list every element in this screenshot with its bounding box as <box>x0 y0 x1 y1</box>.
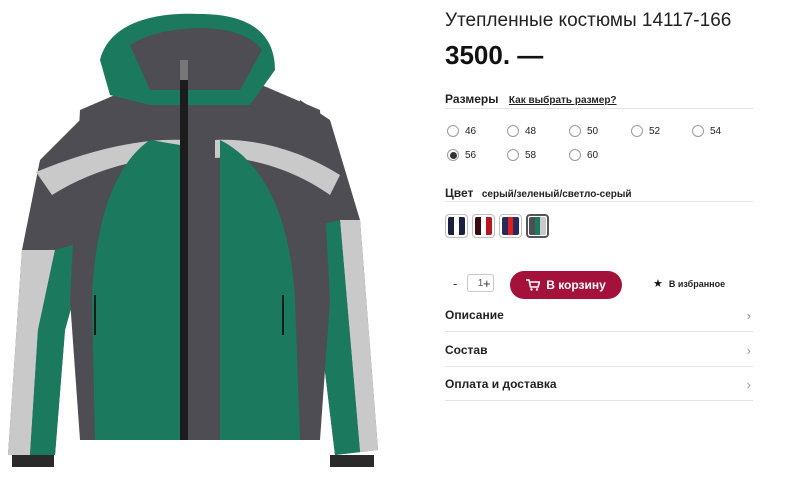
size-guide-link[interactable]: Как выбрать размер? <box>509 95 617 106</box>
product-price: 3500. — <box>445 40 544 70</box>
size-option-label: 50 <box>587 125 599 137</box>
add-to-cart-button[interactable]: В корзину <box>510 271 622 299</box>
chevron-right-icon: › <box>746 308 751 323</box>
color-swatch-4[interactable] <box>526 214 549 238</box>
size-option-46[interactable]: 46 <box>447 123 476 139</box>
size-radio[interactable] <box>507 125 519 137</box>
size-option-label: 54 <box>710 125 722 137</box>
color-swatch-3[interactable] <box>499 214 522 238</box>
color-label: Цвет <box>445 186 474 200</box>
size-option-label: 56 <box>465 149 477 161</box>
size-option-50[interactable]: 50 <box>569 123 598 139</box>
size-option-60[interactable]: 60 <box>569 147 598 163</box>
size-radio[interactable] <box>569 125 581 137</box>
color-swatches <box>445 214 549 238</box>
quantity-decrease-button[interactable]: - <box>453 276 457 291</box>
add-to-cart-label: В корзину <box>546 278 606 292</box>
sizes-label: Размеры <box>445 92 499 106</box>
swatch-stripe <box>459 217 465 235</box>
add-to-cart-row: - + В корзину ★ В избранное <box>445 270 753 300</box>
accordion-label: Описание <box>445 308 504 322</box>
size-option-label: 58 <box>525 149 537 161</box>
add-to-favorites-button[interactable]: ★ В избранное <box>653 277 725 290</box>
swatch-stripe <box>513 217 519 235</box>
size-option-label: 46 <box>465 125 477 137</box>
chevron-right-icon: › <box>746 343 751 358</box>
jacket-illustration <box>8 13 378 467</box>
color-swatch-2[interactable] <box>472 214 495 238</box>
size-option-54[interactable]: 54 <box>692 123 721 139</box>
accordion-composition[interactable]: Состав › <box>445 333 753 367</box>
chevron-right-icon: › <box>746 377 751 392</box>
swatch-stripe <box>540 217 546 235</box>
accordion-payment-delivery[interactable]: Оплата и доставка › <box>445 367 753 401</box>
product-title: Утепленные костюмы 14117-166 <box>445 10 732 31</box>
size-option-58[interactable]: 58 <box>507 147 536 163</box>
size-option-label: 60 <box>587 149 599 161</box>
quantity-increase-button[interactable]: + <box>483 276 491 291</box>
size-radio[interactable] <box>631 125 643 137</box>
favorites-label: В избранное <box>668 278 726 289</box>
size-option-52[interactable]: 52 <box>631 123 660 139</box>
swatch-stripe <box>486 217 492 235</box>
star-icon: ★ <box>653 278 663 290</box>
size-option-label: 48 <box>525 125 537 137</box>
size-radio[interactable] <box>507 149 519 161</box>
accordion-label: Состав <box>445 343 488 357</box>
product-image[interactable] <box>0 0 400 483</box>
size-radio[interactable] <box>447 149 459 161</box>
size-option-48[interactable]: 48 <box>507 123 536 139</box>
size-radio[interactable] <box>447 125 459 137</box>
cart-icon <box>526 279 541 291</box>
color-row: Цвет серый/зеленый/светло-серый <box>445 184 753 202</box>
size-radio[interactable] <box>569 149 581 161</box>
accordion-label: Оплата и доставка <box>445 377 557 391</box>
size-radio[interactable] <box>692 125 704 137</box>
color-swatch-1[interactable] <box>445 214 468 238</box>
size-option-56[interactable]: 56 <box>447 147 476 163</box>
size-option-label: 52 <box>649 125 661 137</box>
accordion-description[interactable]: Описание › <box>445 298 753 332</box>
color-value: серый/зеленый/светло-серый <box>481 189 632 200</box>
sizes-header: Размеры Как выбрать размер? <box>445 90 753 109</box>
